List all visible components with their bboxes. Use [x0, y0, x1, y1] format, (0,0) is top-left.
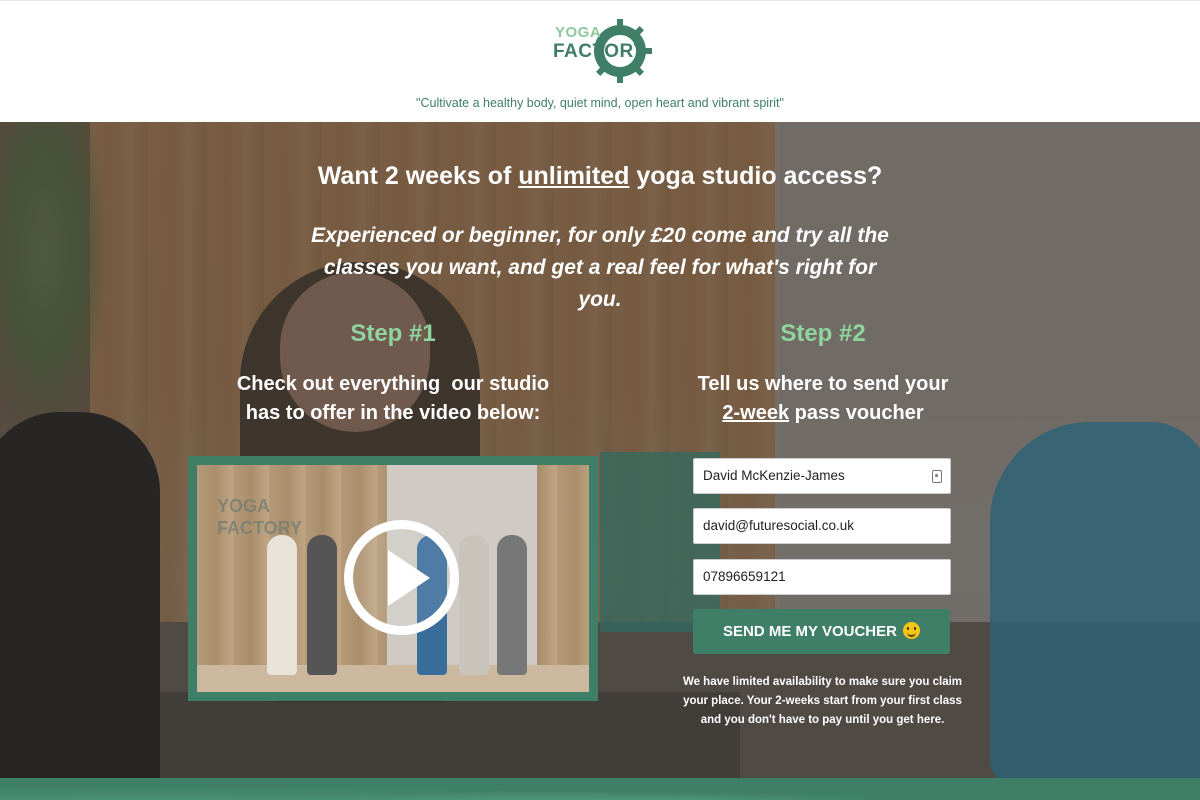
step2-text-line2-post: pass voucher: [789, 402, 924, 424]
send-voucher-button[interactable]: SEND ME MY VOUCHER: [693, 609, 950, 654]
headline-underlined-word: unlimited: [518, 162, 630, 190]
logo-text-yoga: YOGA: [555, 24, 602, 41]
play-icon: [388, 550, 430, 606]
send-voucher-button-label: SEND ME MY VOUCHER: [723, 623, 897, 640]
step1-text-line1: Check out everything our studio: [236, 373, 550, 395]
video-thumbnail-logo: YOGA FACTORY: [217, 495, 302, 539]
step1-text: Check out everything our studio has to o…: [193, 370, 593, 428]
footer-band: [0, 778, 1200, 800]
hero-subheadline: Experienced or beginner, for only £20 co…: [311, 224, 889, 311]
video-person: [459, 535, 489, 675]
availability-disclaimer: We have limited availability to make sur…: [682, 676, 963, 726]
video-player[interactable]: YOGA FACTORY: [188, 456, 598, 701]
video-person: [497, 535, 527, 675]
step2-text-line1: Tell us where to send your: [697, 373, 949, 395]
video-person: [307, 535, 337, 675]
hero-section: Want 2 weeks of unlimited yoga studio ac…: [0, 122, 1200, 778]
phone-field[interactable]: 07896659121: [693, 559, 951, 595]
email-field-value: david@futuresocial.co.uk: [703, 518, 855, 533]
play-button[interactable]: [344, 520, 459, 635]
headline-text-post: yoga studio access?: [629, 162, 883, 190]
step2-underlined-word: 2-week: [722, 402, 790, 424]
tagline: "Cultivate a healthy body, quiet mind, o…: [416, 96, 784, 110]
step2-text: Tell us where to send your 2-week pass v…: [623, 370, 1023, 428]
video-logo-line1: YOGA: [217, 496, 271, 516]
hero-headline: Want 2 weeks of unlimited yoga studio ac…: [0, 162, 1200, 191]
phone-field-value: 07896659121: [703, 569, 786, 584]
logo-text-factory: FACTORY: [553, 41, 647, 62]
video-person: [267, 535, 297, 675]
smiley-emoji-icon: [902, 622, 920, 639]
step1-text-line2: has to offer in the video below:: [245, 402, 541, 424]
contact-card-icon[interactable]: [932, 470, 942, 483]
yoga-factory-logo[interactable]: YOGA FACTORY: [552, 17, 652, 83]
step1-title: Step #1: [350, 320, 436, 347]
step2-text-line2: 2-week pass voucher: [623, 399, 1023, 428]
header: YOGA FACTORY "Cultivate a healthy body, …: [0, 0, 1200, 122]
email-field[interactable]: david@futuresocial.co.uk: [693, 508, 951, 544]
headline-text-pre: Want 2 weeks of: [317, 162, 519, 190]
name-field[interactable]: David McKenzie-James: [693, 458, 951, 494]
video-thumbnail-floor: [197, 665, 589, 692]
step2-title: Step #2: [780, 320, 866, 347]
name-field-value: David McKenzie-James: [703, 468, 845, 483]
